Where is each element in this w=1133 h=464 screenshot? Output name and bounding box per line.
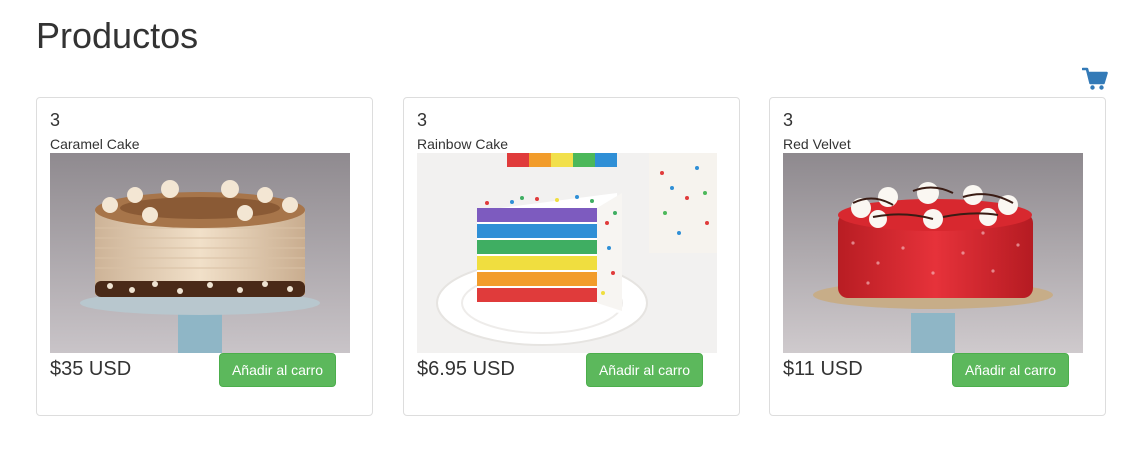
shopping-cart-icon[interactable] xyxy=(1081,66,1108,92)
caramel-cake-image xyxy=(50,153,350,353)
product-card: 3 Caramel Cake $35 USD Añadir al carro xyxy=(36,97,373,416)
stock-count: 3 xyxy=(50,110,61,130)
product-card: 3 Red Velvet $11 USD Añadir al carro xyxy=(769,97,1106,416)
product-price: $11 USD xyxy=(783,358,863,380)
add-to-cart-button[interactable]: Añadir al carro xyxy=(219,353,336,387)
stock-count: 3 xyxy=(417,110,428,130)
product-price: $6.95 USD xyxy=(417,358,515,380)
product-name: Red Velvet xyxy=(783,136,851,152)
product-card: 3 Rainbow Cake $6.95 USD Añadir al carro xyxy=(403,97,740,416)
add-to-cart-button[interactable]: Añadir al carro xyxy=(586,353,703,387)
add-to-cart-button[interactable]: Añadir al carro xyxy=(952,353,1069,387)
product-name: Rainbow Cake xyxy=(417,136,509,152)
product-name: Caramel Cake xyxy=(50,136,140,152)
red-velvet-cake-image xyxy=(783,153,1083,353)
page-title: Productos xyxy=(36,15,199,56)
stock-count: 3 xyxy=(783,110,794,130)
product-price: $35 USD xyxy=(50,358,132,380)
rainbow-cake-image xyxy=(417,153,717,353)
